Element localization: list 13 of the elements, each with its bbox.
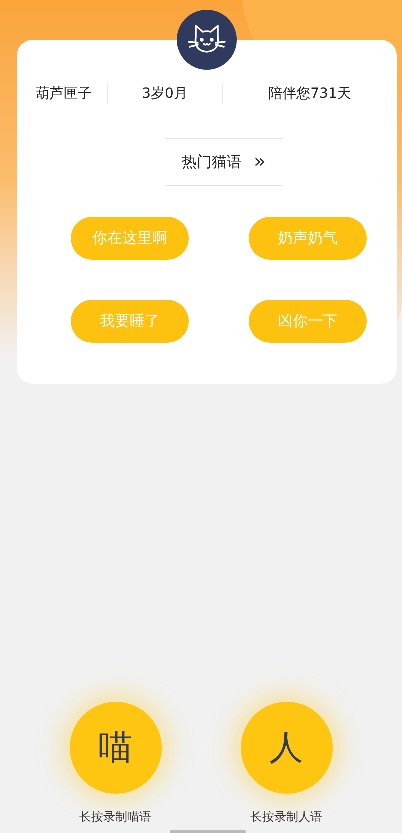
companion-days: 陪伴您731天 (223, 84, 397, 104)
more-button[interactable]: » (254, 150, 266, 174)
phrase-button[interactable]: 我要睡了 (71, 300, 189, 343)
record-label: 长按录制人语 (250, 809, 322, 826)
record-button[interactable]: 人 (240, 702, 332, 794)
cat-name: 葫芦匣子 (35, 84, 93, 104)
hot-phrases-title: 热门猫语 (182, 152, 242, 173)
record-label: 长按录制喵语 (80, 809, 152, 826)
phrase-button[interactable]: 凶你一下 (249, 300, 367, 343)
phrase-button[interactable]: 奶声奶气 (249, 217, 367, 260)
cat-age: 3岁0月 (141, 84, 189, 104)
record-button[interactable]: 喵 (70, 702, 162, 794)
phrase-button[interactable]: 你在这里啊 (71, 217, 189, 260)
